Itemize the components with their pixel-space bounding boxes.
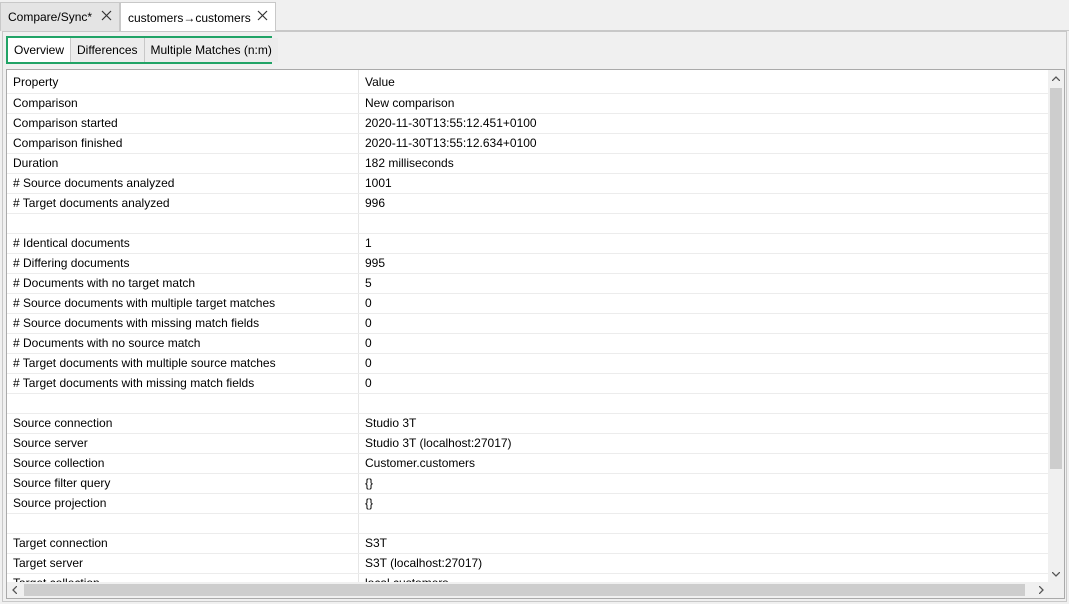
value-cell: 5 (365, 276, 372, 290)
horizontal-scrollbar[interactable] (7, 582, 1049, 598)
value-cell: Studio 3T (localhost:27017) (365, 436, 512, 450)
property-cell: Comparison (7, 94, 359, 113)
value-cell: 2020-11-30T13:55:12.634+0100 (365, 136, 537, 150)
property-cell: Comparison started (7, 114, 359, 133)
property-cell: # Source documents with missing match fi… (7, 314, 359, 333)
table-row[interactable]: Source server Studio 3T (localhost:27017) (7, 434, 1049, 454)
column-header-value[interactable]: Value (359, 70, 1049, 93)
property-cell: Source projection (7, 494, 359, 513)
table-row[interactable]: # Identical documents 1 (7, 234, 1049, 254)
table-row[interactable]: Comparison New comparison (7, 94, 1049, 114)
table-row[interactable]: Source projection {} (7, 494, 1049, 514)
property-cell: Source collection (7, 454, 359, 473)
horizontal-scroll-thumb[interactable] (24, 584, 1025, 596)
document-tab-bar: Compare/Sync* customers→customers (0, 0, 1069, 32)
sub-tab-bar: Overview Differences Multiple Matches (n… (6, 36, 278, 64)
property-cell: # Target documents analyzed (7, 194, 359, 213)
property-cell (7, 394, 359, 413)
property-cell: # Target documents with multiple source … (7, 354, 359, 373)
property-cell: Comparison finished (7, 134, 359, 153)
value-cell: 0 (365, 296, 372, 310)
value-cell: 0 (365, 336, 372, 350)
value-cell: S3T (365, 536, 388, 550)
property-cell (7, 514, 359, 533)
value-cell: 182 milliseconds (365, 156, 454, 170)
table-row[interactable]: Source connection Studio 3T (7, 414, 1049, 434)
tab-compare-sync[interactable]: Compare/Sync* (0, 2, 120, 31)
value-cell: 1 (365, 236, 372, 250)
property-cell (7, 214, 359, 233)
table-row[interactable] (7, 514, 1049, 534)
tab-label: Compare/Sync* (8, 10, 93, 24)
property-cell: Target connection (7, 534, 359, 553)
value-cell: 2020-11-30T13:55:12.451+0100 (365, 116, 537, 130)
table-row[interactable]: Target server S3T (localhost:27017) (7, 554, 1049, 574)
vertical-scroll-thumb[interactable] (1050, 88, 1062, 469)
tab-differences[interactable]: Differences (71, 38, 145, 62)
table-row[interactable]: Source filter query {} (7, 474, 1049, 494)
value-cell: 0 (365, 376, 372, 390)
table-row[interactable]: # Target documents analyzed 996 (7, 194, 1049, 214)
table-row[interactable]: Target connection S3T (7, 534, 1049, 554)
value-cell: {} (365, 476, 374, 490)
property-cell: # Source documents analyzed (7, 174, 359, 193)
value-cell: S3T (localhost:27017) (365, 556, 483, 570)
value-cell (359, 394, 1049, 413)
table-header-row: Property Value (7, 70, 1049, 94)
value-cell: 996 (365, 196, 386, 210)
close-icon[interactable] (101, 10, 112, 21)
value-cell: Customer.customers (365, 456, 476, 470)
property-cell: # Identical documents (7, 234, 359, 253)
table-row[interactable]: # Source documents analyzed 1001 (7, 174, 1049, 194)
property-cell: Source filter query (7, 474, 359, 493)
property-cell: # Source documents with multiple target … (7, 294, 359, 313)
property-cell: # Differing documents (7, 254, 359, 273)
property-cell: Source server (7, 434, 359, 453)
close-icon[interactable] (257, 10, 268, 21)
property-cell: # Target documents with missing match fi… (7, 374, 359, 393)
table-row[interactable]: # Documents with no target match 5 (7, 274, 1049, 294)
table-row[interactable] (7, 394, 1049, 414)
chevron-right-icon[interactable] (1039, 586, 1044, 594)
value-cell: 0 (365, 356, 372, 370)
property-cell: Source connection (7, 414, 359, 433)
table-row[interactable]: # Target documents with missing match fi… (7, 374, 1049, 394)
comparison-panel: Overview Differences Multiple Matches (n… (2, 31, 1067, 602)
value-cell (359, 514, 1049, 533)
table-row[interactable]: # Differing documents 995 (7, 254, 1049, 274)
chevron-up-icon[interactable] (1052, 76, 1060, 81)
chevron-left-icon[interactable] (12, 586, 17, 594)
table-row[interactable]: # Source documents with missing match fi… (7, 314, 1049, 334)
tab-customers-customers[interactable]: customers→customers (120, 2, 276, 32)
value-cell (359, 214, 1049, 233)
value-cell: New comparison (365, 96, 455, 110)
table-row[interactable]: # Target documents with multiple source … (7, 354, 1049, 374)
value-cell: Studio 3T (365, 416, 417, 430)
table-row[interactable]: # Source documents with multiple target … (7, 294, 1049, 314)
vertical-scrollbar[interactable] (1048, 70, 1064, 583)
value-cell: 995 (365, 256, 386, 270)
property-grid: Property Value Comparison New comparison C… (7, 70, 1049, 583)
chevron-down-icon[interactable] (1052, 572, 1060, 577)
table-row[interactable] (7, 214, 1049, 234)
property-cell: Duration (7, 154, 359, 173)
property-cell: # Documents with no target match (7, 274, 359, 293)
property-cell: Target server (7, 554, 359, 573)
table-row[interactable]: Comparison started 2020-11-30T13:55:12.45… (7, 114, 1049, 134)
value-cell: 0 (365, 316, 372, 330)
tab-overview[interactable]: Overview (8, 38, 72, 62)
property-cell: # Documents with no source match (7, 334, 359, 353)
column-header-property[interactable]: Property (7, 70, 359, 93)
tab-multiple-matches[interactable]: Multiple Matches (n:m) (144, 38, 278, 62)
tab-label: customers→customers (128, 10, 251, 25)
value-cell: 1001 (365, 176, 392, 190)
table-row[interactable]: Source collection Customer.customers (7, 454, 1049, 474)
scrollbar-corner (1048, 582, 1064, 598)
overview-table: Property Value Comparison New comparison C… (6, 69, 1065, 599)
table-row[interactable]: Duration 182 milliseconds (7, 154, 1049, 174)
value-cell: {} (365, 496, 374, 510)
table-row[interactable]: # Documents with no source match 0 (7, 334, 1049, 354)
table-row[interactable]: Comparison finished 2020-11-30T13:55:12.6… (7, 134, 1049, 154)
